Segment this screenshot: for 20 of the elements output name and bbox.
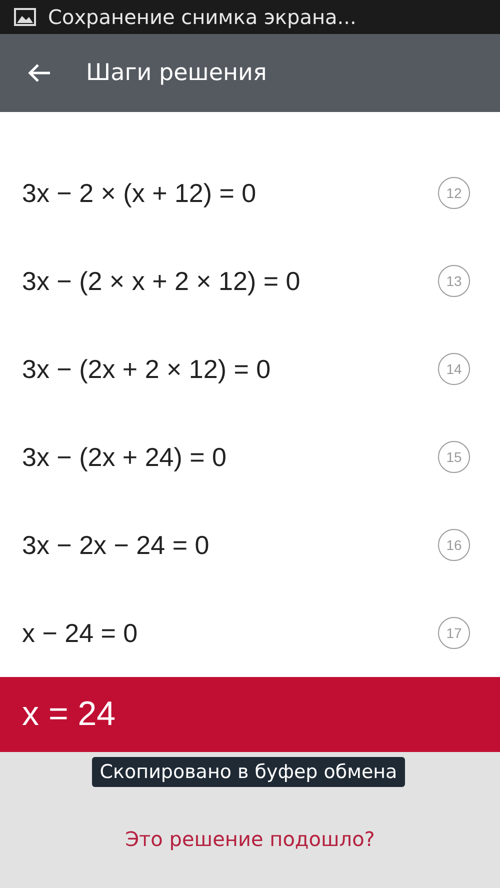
image-icon <box>14 8 36 26</box>
step-number: 16 <box>438 529 470 561</box>
equation-step: 3x − (2 × x + 2 × 12) = 0 <box>22 266 300 296</box>
step-number: 17 <box>438 617 470 649</box>
screen-title: Шаги решения <box>86 60 267 86</box>
notification-text: Сохранение снимка экрана... <box>48 5 356 29</box>
equation-step: x − 24 = 0 <box>22 618 138 648</box>
toast: Скопировано в буфер обмена <box>92 757 406 787</box>
step-number: 13 <box>438 265 470 297</box>
step-number: 14 <box>438 353 470 385</box>
equation-step: 3x − 2x − 24 = 0 <box>22 530 210 560</box>
equation-step: 3x − (2x + 2 × 12) = 0 <box>22 354 271 384</box>
result-equation: x = 24 <box>22 695 116 734</box>
step-number: 12 <box>438 177 470 209</box>
equation-step: 3x − 2 × (x + 12) = 0 <box>22 178 256 208</box>
equation-step: 3x − (2x + 24) = 0 <box>22 442 227 472</box>
result-bar[interactable]: x = 24 <box>0 677 500 752</box>
step-number: 15 <box>438 441 470 473</box>
back-arrow-icon <box>26 62 52 84</box>
feedback-link[interactable]: Это решение подошло? <box>125 827 375 851</box>
